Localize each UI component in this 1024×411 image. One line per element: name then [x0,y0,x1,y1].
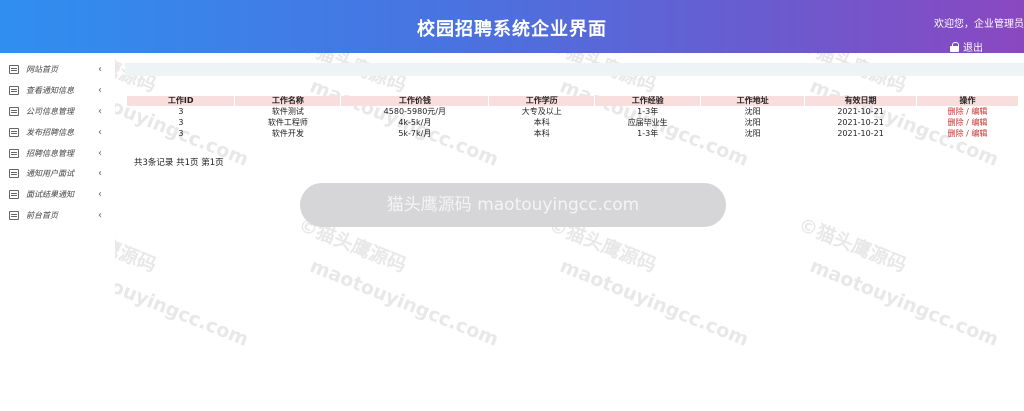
cell-date: 2021-10-21 [837,107,884,116]
toast-overlay: 猫头鹰源码 maotouyingcc.com [300,183,726,227]
delete-link[interactable]: 删除 [948,129,964,138]
chevron-left-icon: ‹ [98,167,102,179]
cell-experience: 应届毕业生 [627,118,668,127]
main-content: 工作ID 工作名称 工作价钱 工作学历 工作经验 工作地址 有效日期 操作 3 … [125,53,1024,411]
cell-actions: 删除 / 编辑 [917,128,1019,139]
sidebar-item-home[interactable]: 网站首页 ‹ [0,59,115,79]
cell-experience: 1-3年 [637,129,659,138]
cell-salary: 4k-5k/月 [398,118,432,127]
chevron-left-icon: ‹ [98,63,102,75]
content-top-band [125,63,1024,76]
cell-job-id: 3 [178,118,184,127]
chevron-left-icon: ‹ [98,105,102,117]
edit-link[interactable]: 编辑 [971,129,987,138]
cell-experience: 1-3年 [637,107,659,116]
sidebar-item-interview-notify[interactable]: 通知用户面试 ‹ [0,163,115,183]
cell-job-id: 3 [178,107,184,116]
column-header: 工作经验 [594,96,702,106]
cell-job-name: 软件工程师 [267,118,308,127]
cell-address: 沈阳 [744,118,761,127]
document-icon [9,189,19,199]
welcome-text: 欢迎您，企业管理员 [934,19,1024,30]
document-icon [9,148,19,158]
delete-link[interactable]: 删除 [948,118,964,127]
sidebar-item-label: 招聘信息管理 [26,148,74,158]
document-icon [9,168,19,178]
delete-link[interactable]: 删除 [948,107,964,116]
document-icon [9,106,19,116]
cell-job-name: 软件测试 [271,107,304,116]
cell-actions: 删除 / 编辑 [917,106,1019,117]
cell-education: 本科 [533,129,550,138]
cell-salary: 4580-5980元/月 [383,107,446,116]
sidebar-item-label: 发布招聘信息 [26,127,74,137]
sidebar-item-label: 查看通知信息 [26,85,74,95]
sidebar-item-job-management[interactable]: 招聘信息管理 ‹ [0,143,115,163]
sidebar-item-label: 前台首页 [26,210,58,220]
document-icon [9,64,19,74]
sidebar-item-notices[interactable]: 查看通知信息 ‹ [0,80,115,100]
column-header: 工作名称 [234,96,342,106]
logout-label: 退出 [963,43,983,54]
edit-link[interactable]: 编辑 [971,118,987,127]
sidebar-item-company-info[interactable]: 公司信息管理 ‹ [0,101,115,121]
cell-job-name: 软件开发 [271,129,304,138]
cell-actions: 删除 / 编辑 [917,117,1019,128]
sidebar: 网站首页 ‹ 查看通知信息 ‹ 公司信息管理 ‹ 发布招聘信息 ‹ 招聘信息管理… [0,53,115,411]
table-row: 3 软件工程师 4k-5k/月 本科 应届毕业生 沈阳 2021-10-21 删… [127,117,1019,128]
cell-education: 大专及以上 [521,107,562,116]
sidebar-item-interview-result[interactable]: 面试结果通知 ‹ [0,184,115,204]
column-header: 有效日期 [804,96,918,106]
sidebar-item-label: 通知用户面试 [26,168,74,178]
sidebar-item-label: 公司信息管理 [26,106,74,116]
table-row: 3 软件测试 4580-5980元/月 大专及以上 1-3年 沈阳 2021-1… [127,106,1019,117]
pagination-info: 共3条记录 共1页 第1页 [134,158,224,168]
page-title: 校园招聘系统企业界面 [417,19,607,40]
cell-date: 2021-10-21 [837,118,884,127]
table-header-row: 工作ID 工作名称 工作价钱 工作学历 工作经验 工作地址 有效日期 操作 [127,96,1019,106]
cell-job-id: 3 [178,129,184,138]
sidebar-item-post-job[interactable]: 发布招聘信息 ‹ [0,122,115,142]
cell-address: 沈阳 [744,129,761,138]
logout-button[interactable]: 退出 [950,39,983,54]
table-row: 3 软件开发 5k-7k/月 本科 1-3年 沈阳 2021-10-21 删除 … [127,128,1019,139]
sidebar-item-frontend-home[interactable]: 前台首页 ‹ [0,205,115,225]
chevron-left-icon: ‹ [98,126,102,138]
job-table: 工作ID 工作名称 工作价钱 工作学历 工作经验 工作地址 有效日期 操作 3 … [127,96,1019,139]
chevron-left-icon: ‹ [98,84,102,96]
cell-education: 本科 [533,118,550,127]
top-header: 校园招聘系统企业界面 欢迎您，企业管理员 退出 [0,0,1024,54]
column-header: 工作学历 [488,96,596,106]
column-header: 工作ID [127,96,236,106]
column-header: 操作 [916,96,1019,106]
cell-address: 沈阳 [744,107,761,116]
document-icon [9,210,19,220]
chevron-left-icon: ‹ [98,209,102,221]
sidebar-item-label: 面试结果通知 [26,189,74,199]
lock-icon [950,42,959,52]
chevron-left-icon: ‹ [98,147,102,159]
edit-link[interactable]: 编辑 [971,107,987,116]
cell-date: 2021-10-21 [837,129,884,138]
document-icon [9,85,19,95]
document-icon [9,127,19,137]
column-header: 工作地址 [700,96,806,106]
chevron-left-icon: ‹ [98,188,102,200]
column-header: 工作价钱 [340,96,490,106]
cell-salary: 5k-7k/月 [398,129,432,138]
sidebar-item-label: 网站首页 [26,64,58,74]
